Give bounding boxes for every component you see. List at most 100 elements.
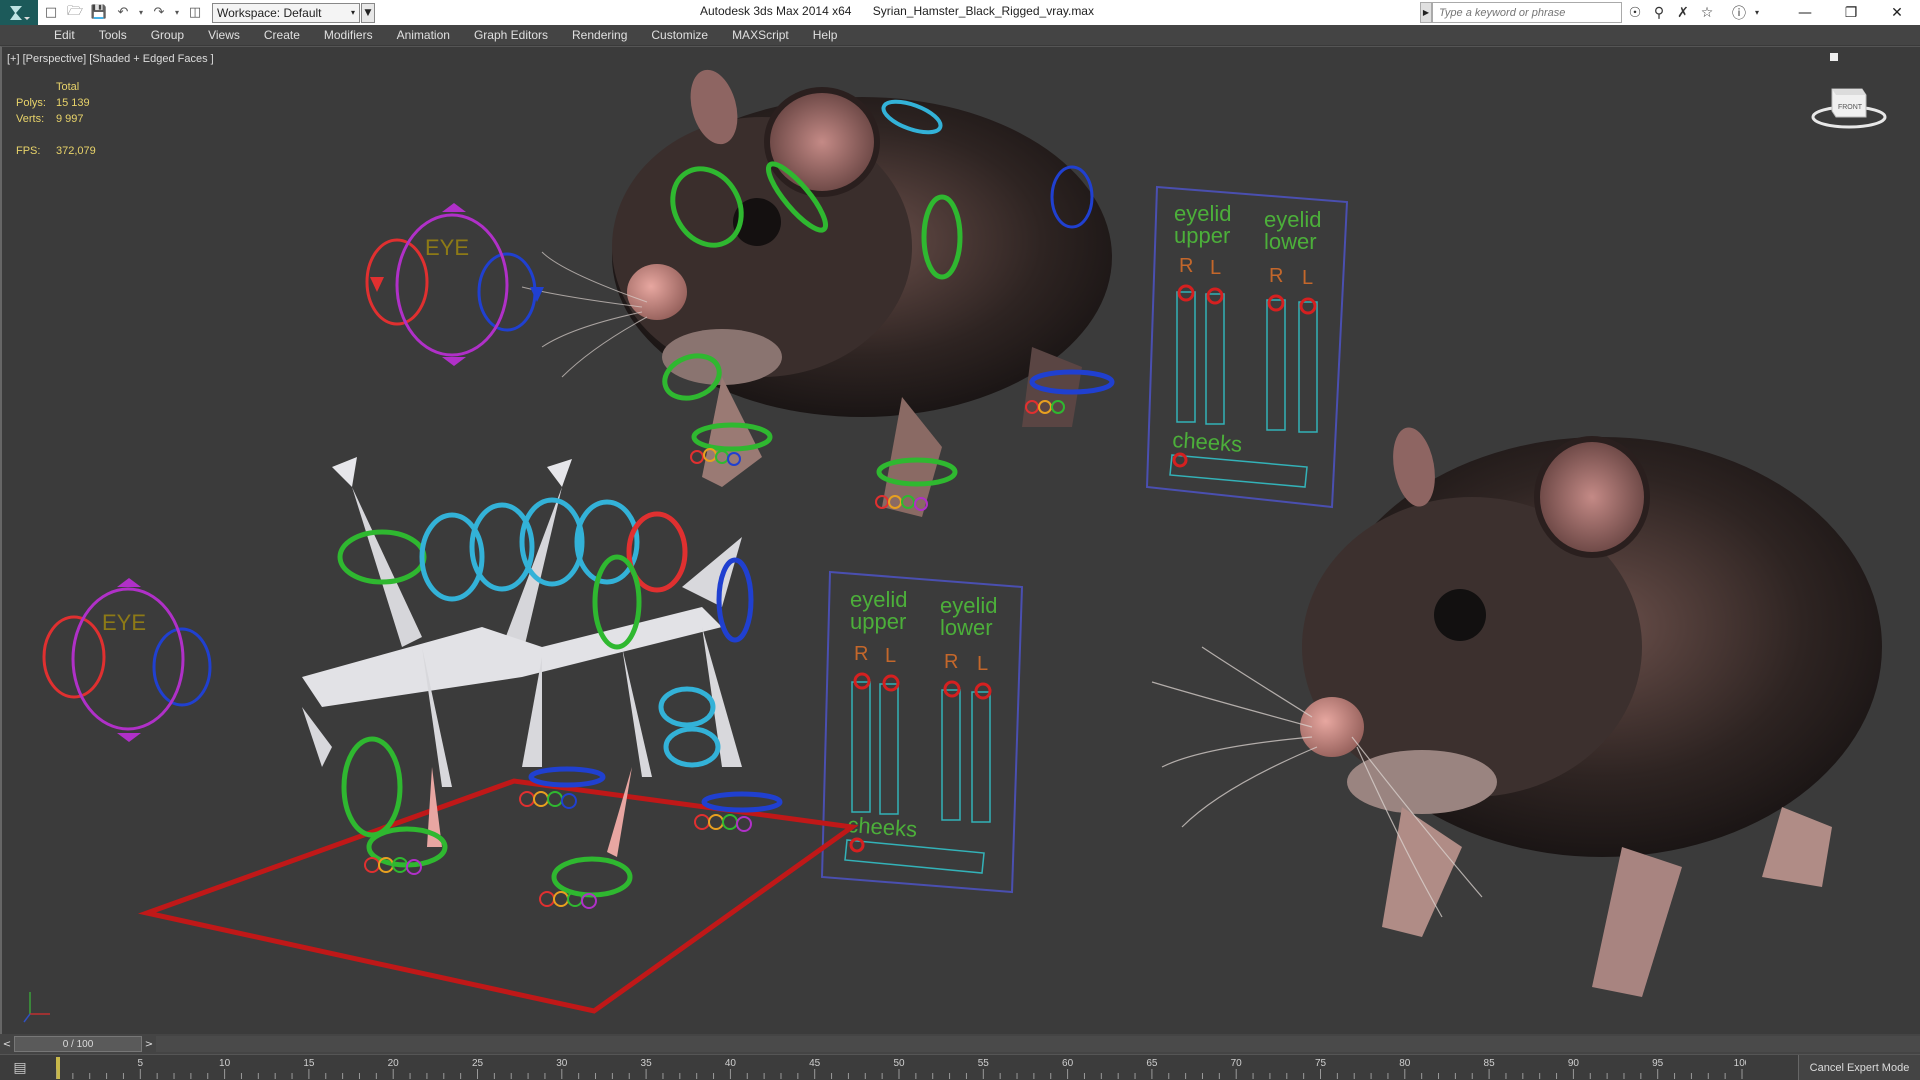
eye-control-bottom[interactable]: EYE — [42, 578, 212, 742]
workspace-label: Workspace: Default — [217, 5, 322, 20]
menu-rendering[interactable]: Rendering — [572, 28, 627, 42]
svg-text:L: L — [885, 645, 896, 667]
window-title: Autodesk 3ds Max 2014 x64 Syrian_Hamster… — [700, 4, 1094, 18]
app-window: □ 🗁 💾 ↶ ▾ ↷ ▾ ◫ Workspace: Default ▾ ▼ A… — [0, 0, 1920, 1080]
binoculars-icon[interactable]: ☉ — [1624, 2, 1646, 23]
ruler-tick-label: 75 — [1315, 1058, 1327, 1069]
svg-text:L: L — [977, 653, 988, 675]
time-next-button[interactable]: > — [142, 1036, 156, 1052]
svg-text:cheeks: cheeks — [1172, 427, 1243, 457]
ruler-tick-label: 60 — [1062, 1058, 1074, 1069]
verts-value: 9 997 — [56, 113, 84, 125]
ruler-tick-label: 20 — [388, 1058, 400, 1069]
menu-views[interactable]: Views — [208, 28, 240, 42]
star-icon[interactable]: ☆ — [1696, 2, 1718, 23]
ruler-tick-label: 40 — [725, 1058, 737, 1069]
file-name: Syrian_Hamster_Black_Rigged_vray.max — [872, 4, 1094, 18]
menu-graph-editors[interactable]: Graph Editors — [474, 28, 548, 42]
time-slider-track[interactable] — [156, 1036, 1920, 1052]
time-slider[interactable]: 0 / 100 — [14, 1036, 142, 1052]
hamster-top-model[interactable] — [521, 65, 1115, 517]
viewcube-label: FRONT — [1838, 104, 1863, 111]
hamster-bottom-model[interactable] — [1151, 424, 1882, 997]
mini-curve-editor-icon[interactable]: ▤ — [8, 1059, 32, 1077]
eye-label-top: EYE — [425, 235, 469, 260]
search-input[interactable] — [1432, 2, 1622, 23]
stats-header: Total — [56, 81, 80, 93]
ruler-tick-label: 70 — [1231, 1058, 1243, 1069]
menu-modifiers[interactable]: Modifiers — [324, 28, 373, 42]
svg-text:R: R — [1269, 265, 1283, 287]
svg-text:R: R — [854, 643, 868, 665]
svg-text:cheeks: cheeks — [847, 812, 918, 842]
minimize-icon[interactable]: — — [1782, 0, 1828, 25]
redo-icon[interactable]: ↷ — [148, 3, 170, 23]
help-icon[interactable]: ⓘ — [1728, 2, 1750, 23]
restore-icon[interactable]: ❐ — [1828, 0, 1874, 25]
svg-text:R: R — [944, 651, 958, 673]
menu-help[interactable]: Help — [813, 28, 838, 42]
menu-animation[interactable]: Animation — [397, 28, 450, 42]
quick-access-dropdown-icon[interactable]: ▼ — [361, 2, 375, 23]
close-icon[interactable]: ✕ — [1874, 0, 1920, 25]
viewport-label[interactable]: [+] [Perspective] [Shaded + Edged Faces … — [7, 53, 214, 65]
polys-value: 15 139 — [56, 97, 90, 109]
undo-dropdown-icon[interactable]: ▾ — [136, 3, 146, 23]
key-icon[interactable]: ⚲ — [1648, 2, 1670, 23]
skeleton-rig[interactable] — [137, 457, 859, 1014]
menu-customize[interactable]: Customize — [651, 28, 708, 42]
redo-dropdown-icon[interactable]: ▾ — [172, 3, 182, 23]
eyelid-panel-middle[interactable]: eyelid upper eyelid lower R L R L cheeks — [820, 570, 1024, 894]
menu-bar: Edit Tools Group Views Create Modifiers … — [0, 25, 1920, 45]
timeline-ruler[interactable]: 5 10 15 20 25 30 35 40 45 50 55 60 65 70 75 80 85 90 95 100 — [56, 1055, 1746, 1080]
app-name: Autodesk 3ds Max 2014 x64 — [700, 4, 852, 18]
ruler-tick-label: 65 — [1146, 1058, 1158, 1069]
time-prev-button[interactable]: < — [0, 1036, 14, 1052]
menu-maxscript[interactable]: MAXScript — [732, 28, 789, 42]
cancel-expert-mode-button[interactable]: Cancel Expert Mode — [1798, 1055, 1920, 1080]
eyelid-panel-top[interactable]: eyelid upper eyelid lower R L R L cheeks — [1145, 185, 1349, 509]
ruler-tick-label: 90 — [1568, 1058, 1580, 1069]
title-bar: □ 🗁 💾 ↶ ▾ ↷ ▾ ◫ Workspace: Default ▾ ▼ A… — [0, 0, 1920, 25]
viewport-statistics: Total Polys: 15 139 Verts: 9 997 FPS: 372,0… — [16, 81, 96, 161]
time-slider-bar: < 0 / 100 > — [0, 1034, 1920, 1054]
ruler-tick-label: 15 — [303, 1058, 315, 1069]
svg-text:R: R — [1179, 255, 1193, 277]
ruler-tick-label: 10 — [219, 1058, 231, 1069]
menu-tools[interactable]: Tools — [99, 28, 127, 42]
open-file-icon[interactable]: 🗁 — [64, 3, 86, 23]
search-expand-icon[interactable]: ▶ — [1420, 2, 1432, 23]
svg-text:lower: lower — [940, 615, 993, 640]
help-dropdown-icon[interactable]: ▾ — [1752, 2, 1762, 23]
current-frame-marker[interactable] — [56, 1057, 60, 1079]
lock-icon[interactable] — [1830, 53, 1838, 61]
menu-edit[interactable]: Edit — [54, 28, 75, 42]
polys-label: Polys: — [16, 97, 46, 109]
axis-tripod-icon — [23, 992, 50, 1023]
menu-group[interactable]: Group — [151, 28, 184, 42]
app-logo-icon[interactable] — [0, 0, 38, 25]
project-folder-icon[interactable]: ◫ — [184, 3, 206, 23]
eye-control-top[interactable]: EYE — [365, 203, 544, 366]
toe-controls-rig — [364, 791, 752, 909]
verts-label: Verts: — [16, 113, 45, 125]
fps-value: 372,079 — [56, 145, 96, 157]
save-file-icon[interactable]: 💾 — [88, 3, 110, 23]
eye-label-bottom: EYE — [102, 610, 146, 635]
ruler-tick-label: 25 — [472, 1058, 484, 1069]
window-controls: — ❐ ✕ — [1782, 0, 1920, 25]
fps-label: FPS: — [16, 145, 41, 157]
ruler-tick-label: 85 — [1484, 1058, 1496, 1069]
menu-create[interactable]: Create — [264, 28, 300, 42]
exchange-icon[interactable]: ✗ — [1672, 2, 1694, 23]
svg-text:L: L — [1302, 267, 1313, 289]
scene-canvas[interactable]: EYE EYE eyelid upper eyelid lower R L R … — [2, 47, 1920, 1034]
svg-text:lower: lower — [1264, 229, 1317, 254]
ruler-tick-label: 5 — [138, 1058, 144, 1069]
perspective-viewport[interactable]: EYE EYE eyelid upper eyelid lower R L R … — [0, 46, 1920, 1034]
new-file-icon[interactable]: □ — [40, 3, 62, 23]
undo-icon[interactable]: ↶ — [112, 3, 134, 23]
workspace-dropdown[interactable]: Workspace: Default ▾ — [212, 2, 360, 23]
viewcube[interactable]: FRONT — [1810, 79, 1888, 129]
ruler-tick-label: 80 — [1399, 1058, 1411, 1069]
